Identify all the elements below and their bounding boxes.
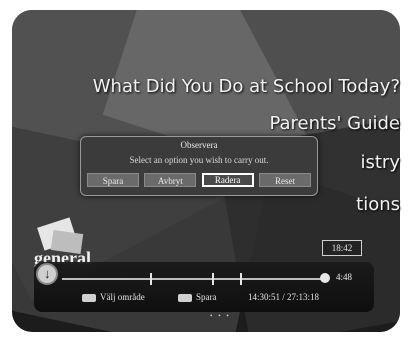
- menu-item-partial-tions[interactable]: tions: [356, 194, 400, 215]
- page-dots: • • •: [210, 312, 231, 320]
- progress-track[interactable]: [62, 278, 324, 280]
- play-disc-icon[interactable]: ↓: [36, 263, 58, 285]
- dialog-title: Observera: [180, 140, 218, 150]
- confirm-dialog: Observera Select an option you wish to c…: [80, 136, 318, 196]
- chapter-tick: [212, 273, 214, 285]
- chapter-tick: [150, 273, 152, 285]
- clock-readout: 14:30:51 / 27:13:18: [248, 292, 320, 302]
- spara-button[interactable]: Spara: [87, 173, 139, 187]
- chapter-tick: [240, 273, 242, 285]
- playback-bar: [34, 262, 374, 312]
- key-hint-label: Välj område: [100, 292, 145, 302]
- remote-key-icon: [178, 294, 192, 302]
- track-knob-icon[interactable]: [320, 273, 330, 283]
- dialog-message: Select an option you wish to carry out.: [129, 155, 269, 165]
- key-hint-label: Spara: [196, 292, 217, 302]
- dialog-button-row: Spara Avbryt Radera Reset: [87, 173, 311, 187]
- menu-item-school-today[interactable]: What Did You Do at School Today?: [93, 76, 400, 97]
- time-remaining-box: 18:42: [322, 240, 362, 256]
- remote-key-icon: [82, 294, 96, 302]
- avbryt-button[interactable]: Avbryt: [144, 173, 197, 187]
- menu-item-parents-guide[interactable]: Parents' Guide: [269, 113, 400, 134]
- radera-button[interactable]: Radera: [201, 173, 254, 187]
- menu-item-partial-istry[interactable]: istry: [361, 152, 401, 173]
- reset-button[interactable]: Reset: [258, 173, 311, 187]
- elapsed-time: 4:48: [336, 272, 353, 282]
